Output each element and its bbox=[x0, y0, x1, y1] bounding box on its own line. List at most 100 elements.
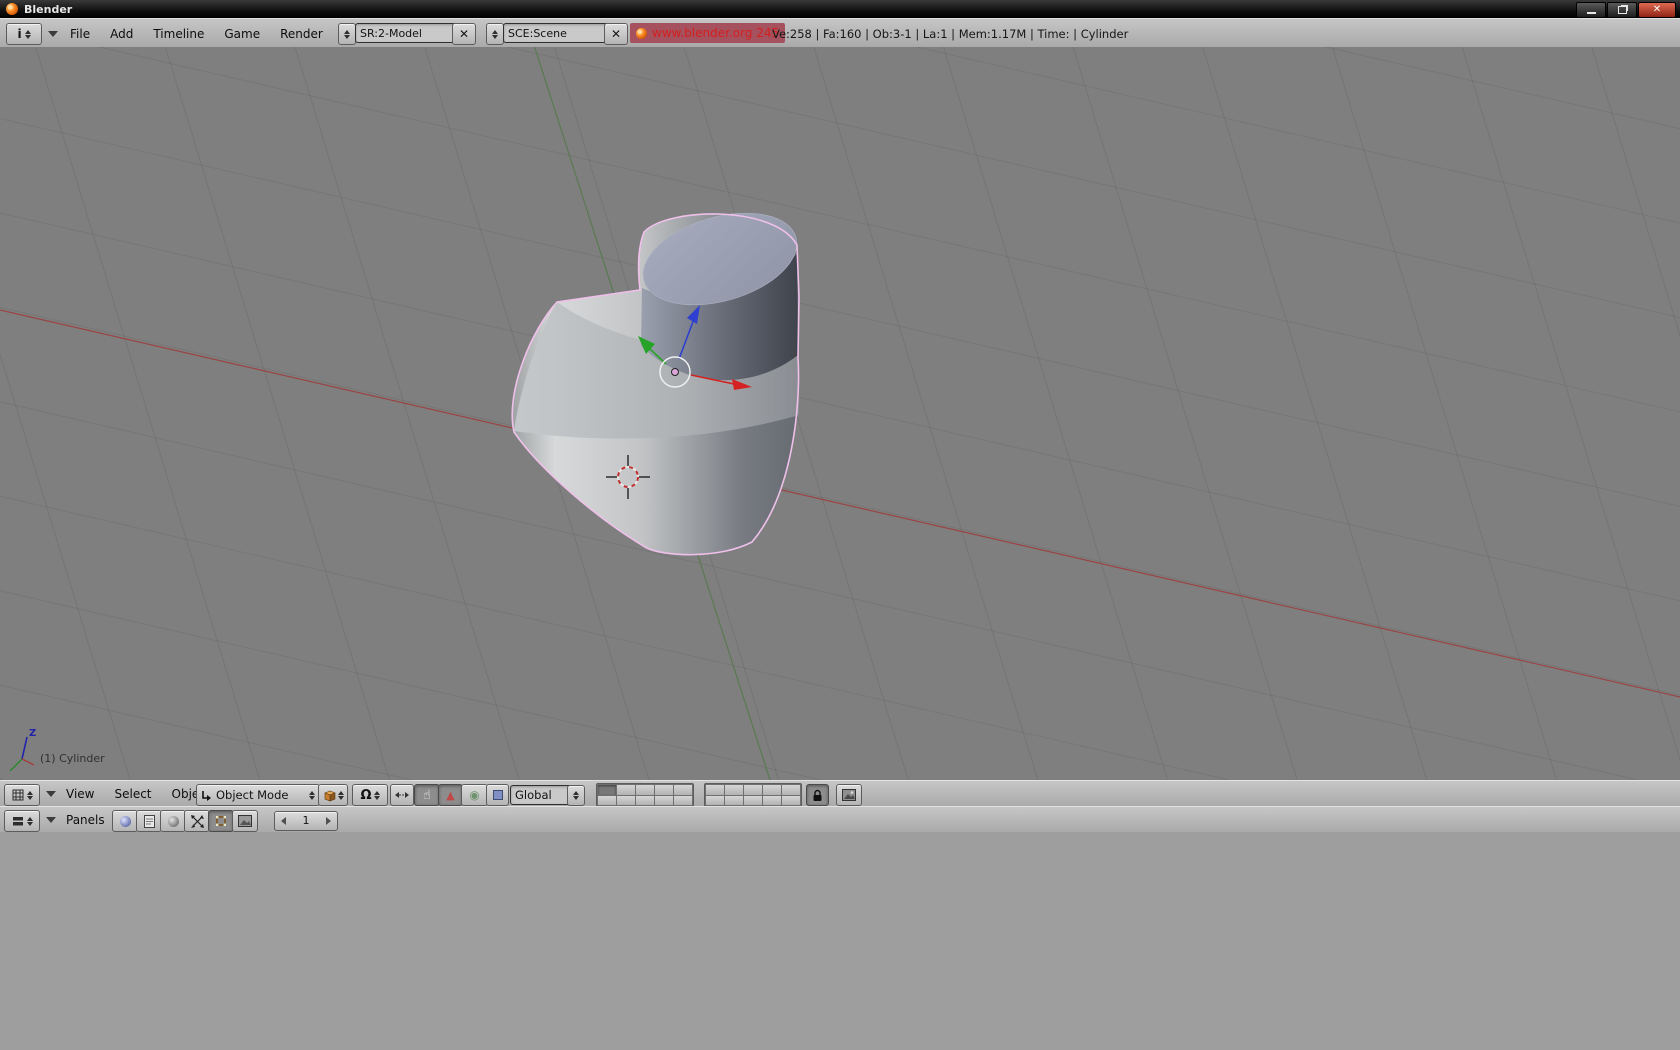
menu-panels[interactable]: Panels bbox=[66, 813, 105, 827]
menu-timeline[interactable]: Timeline bbox=[153, 27, 204, 41]
layer-toggle[interactable] bbox=[598, 796, 616, 806]
screen-name: SR:2-Model bbox=[360, 27, 422, 40]
version-badge: www.blender.org 245 bbox=[630, 23, 785, 43]
orientation-stepper[interactable] bbox=[567, 785, 585, 806]
mode-dropdown[interactable]: Object Mode bbox=[196, 784, 320, 806]
header-collapse-icon[interactable] bbox=[48, 31, 58, 37]
menu-render[interactable]: Render bbox=[280, 27, 323, 41]
lock-layers-toggle[interactable] bbox=[806, 784, 829, 806]
shading-context-button[interactable] bbox=[160, 810, 186, 832]
draw-type-dropdown[interactable] bbox=[318, 784, 348, 806]
layer-buttons-group-1 bbox=[596, 783, 694, 807]
manipulator-widget-button[interactable] bbox=[390, 784, 414, 806]
restore-button[interactable] bbox=[1607, 2, 1637, 18]
buttons-window-header: Panels bbox=[0, 806, 1680, 834]
orientation-dropdown[interactable]: Global bbox=[510, 785, 574, 805]
layer-toggle[interactable] bbox=[674, 785, 692, 795]
layer-toggle[interactable] bbox=[744, 785, 762, 795]
editing-icon bbox=[215, 815, 227, 827]
layer-toggle[interactable] bbox=[744, 796, 762, 806]
lock-icon bbox=[812, 789, 823, 802]
editing-context-button[interactable] bbox=[208, 810, 234, 832]
scene-name: SCE:Scene bbox=[508, 27, 567, 40]
hand-icon: ☝ bbox=[423, 788, 431, 803]
close-button[interactable]: ✕ bbox=[1638, 2, 1676, 18]
logic-icon bbox=[120, 816, 131, 827]
active-object-label: (1) Cylinder bbox=[40, 752, 105, 765]
script-context-button[interactable] bbox=[136, 810, 162, 832]
window-title: Blender bbox=[24, 3, 72, 16]
menu-view[interactable]: View bbox=[66, 787, 94, 801]
editor-type-selector[interactable] bbox=[4, 784, 40, 806]
stepper-icon bbox=[27, 817, 33, 826]
close-icon: ✕ bbox=[611, 27, 621, 41]
layer-toggle[interactable] bbox=[617, 796, 635, 806]
editor-type-selector[interactable] bbox=[4, 810, 40, 832]
menu-select[interactable]: Select bbox=[114, 787, 151, 801]
layer-toggle[interactable] bbox=[782, 796, 800, 806]
viewport-menus: View Select Object bbox=[66, 787, 211, 801]
scale-manipulator-button[interactable] bbox=[486, 784, 509, 806]
layer-toggle[interactable] bbox=[763, 785, 781, 795]
main-menu-bar: i File Add Timeline Game Render Help SR:… bbox=[0, 18, 1680, 49]
manipulator-toggle-button[interactable]: ☝ bbox=[414, 784, 440, 806]
layer-toggle[interactable] bbox=[617, 785, 635, 795]
layer-toggle[interactable] bbox=[655, 785, 673, 795]
menu-add[interactable]: Add bbox=[110, 27, 133, 41]
pivot-rotation-icon: Ω bbox=[360, 788, 371, 803]
object-context-button[interactable] bbox=[184, 810, 210, 832]
frame-next-icon[interactable] bbox=[326, 817, 331, 825]
render-preview-button[interactable] bbox=[836, 784, 862, 806]
layer-toggle[interactable] bbox=[636, 785, 654, 795]
title-bar: Blender ✕ bbox=[0, 0, 1680, 18]
info-editor-icon: i bbox=[17, 27, 21, 41]
buttons-editor-icon bbox=[12, 815, 24, 827]
scale-square-icon bbox=[493, 790, 503, 800]
object-arrows-icon bbox=[191, 815, 204, 828]
layer-toggle[interactable] bbox=[725, 785, 743, 795]
viewport-3d[interactable]: Z (1) Cylinder bbox=[0, 47, 1680, 781]
screen-name-field[interactable]: SR:2-Model bbox=[355, 23, 460, 43]
screen-browse-button[interactable] bbox=[338, 23, 356, 45]
stepper-icon bbox=[374, 791, 380, 800]
layer-toggle[interactable] bbox=[706, 785, 724, 795]
stepper-icon bbox=[25, 30, 31, 39]
minimize-button[interactable] bbox=[1576, 2, 1606, 18]
menu-file[interactable]: File bbox=[70, 27, 90, 41]
viewport-canvas[interactable] bbox=[0, 47, 1680, 780]
rotate-manipulator-button[interactable]: ◉ bbox=[461, 784, 488, 806]
close-icon: ✕ bbox=[459, 27, 469, 41]
editor-type-selector[interactable]: i bbox=[6, 23, 42, 45]
menu-game[interactable]: Game bbox=[224, 27, 260, 41]
blender-logo-icon bbox=[636, 28, 647, 39]
view3d-editor-icon bbox=[12, 789, 24, 801]
scene-close-button[interactable]: ✕ bbox=[604, 23, 628, 45]
viewport-header: View Select Object Object Mode Ω bbox=[0, 780, 1680, 808]
layer-toggle[interactable] bbox=[598, 785, 616, 795]
mode-label: Object Mode bbox=[216, 788, 288, 802]
layer-toggle[interactable] bbox=[725, 796, 743, 806]
header-collapse-icon[interactable] bbox=[46, 791, 56, 797]
screen-close-button[interactable]: ✕ bbox=[452, 23, 476, 45]
pivot-dropdown[interactable]: Ω bbox=[352, 784, 388, 806]
header-collapse-icon[interactable] bbox=[46, 817, 56, 823]
rotate-circle-icon: ◉ bbox=[469, 788, 479, 802]
layer-toggle[interactable] bbox=[763, 796, 781, 806]
logic-context-button[interactable] bbox=[112, 810, 138, 832]
layer-toggle[interactable] bbox=[655, 796, 673, 806]
layer-toggle[interactable] bbox=[636, 796, 654, 806]
scene-browse-button[interactable] bbox=[486, 23, 504, 45]
orientation-label: Global bbox=[515, 788, 552, 802]
layer-toggle[interactable] bbox=[674, 796, 692, 806]
translate-manipulator-button[interactable]: ▲ bbox=[438, 784, 463, 806]
script-icon bbox=[144, 815, 155, 828]
stepper-icon bbox=[27, 791, 33, 800]
layer-toggle[interactable] bbox=[782, 785, 800, 795]
layer-toggle[interactable] bbox=[706, 796, 724, 806]
scene-name-field[interactable]: SCE:Scene bbox=[503, 23, 612, 43]
textured-cube-icon bbox=[323, 789, 336, 802]
layer-buttons-group-2 bbox=[704, 783, 802, 807]
image-icon bbox=[842, 789, 856, 801]
scene-context-button[interactable] bbox=[232, 810, 258, 832]
frame-stepper[interactable]: 1 bbox=[274, 811, 338, 831]
